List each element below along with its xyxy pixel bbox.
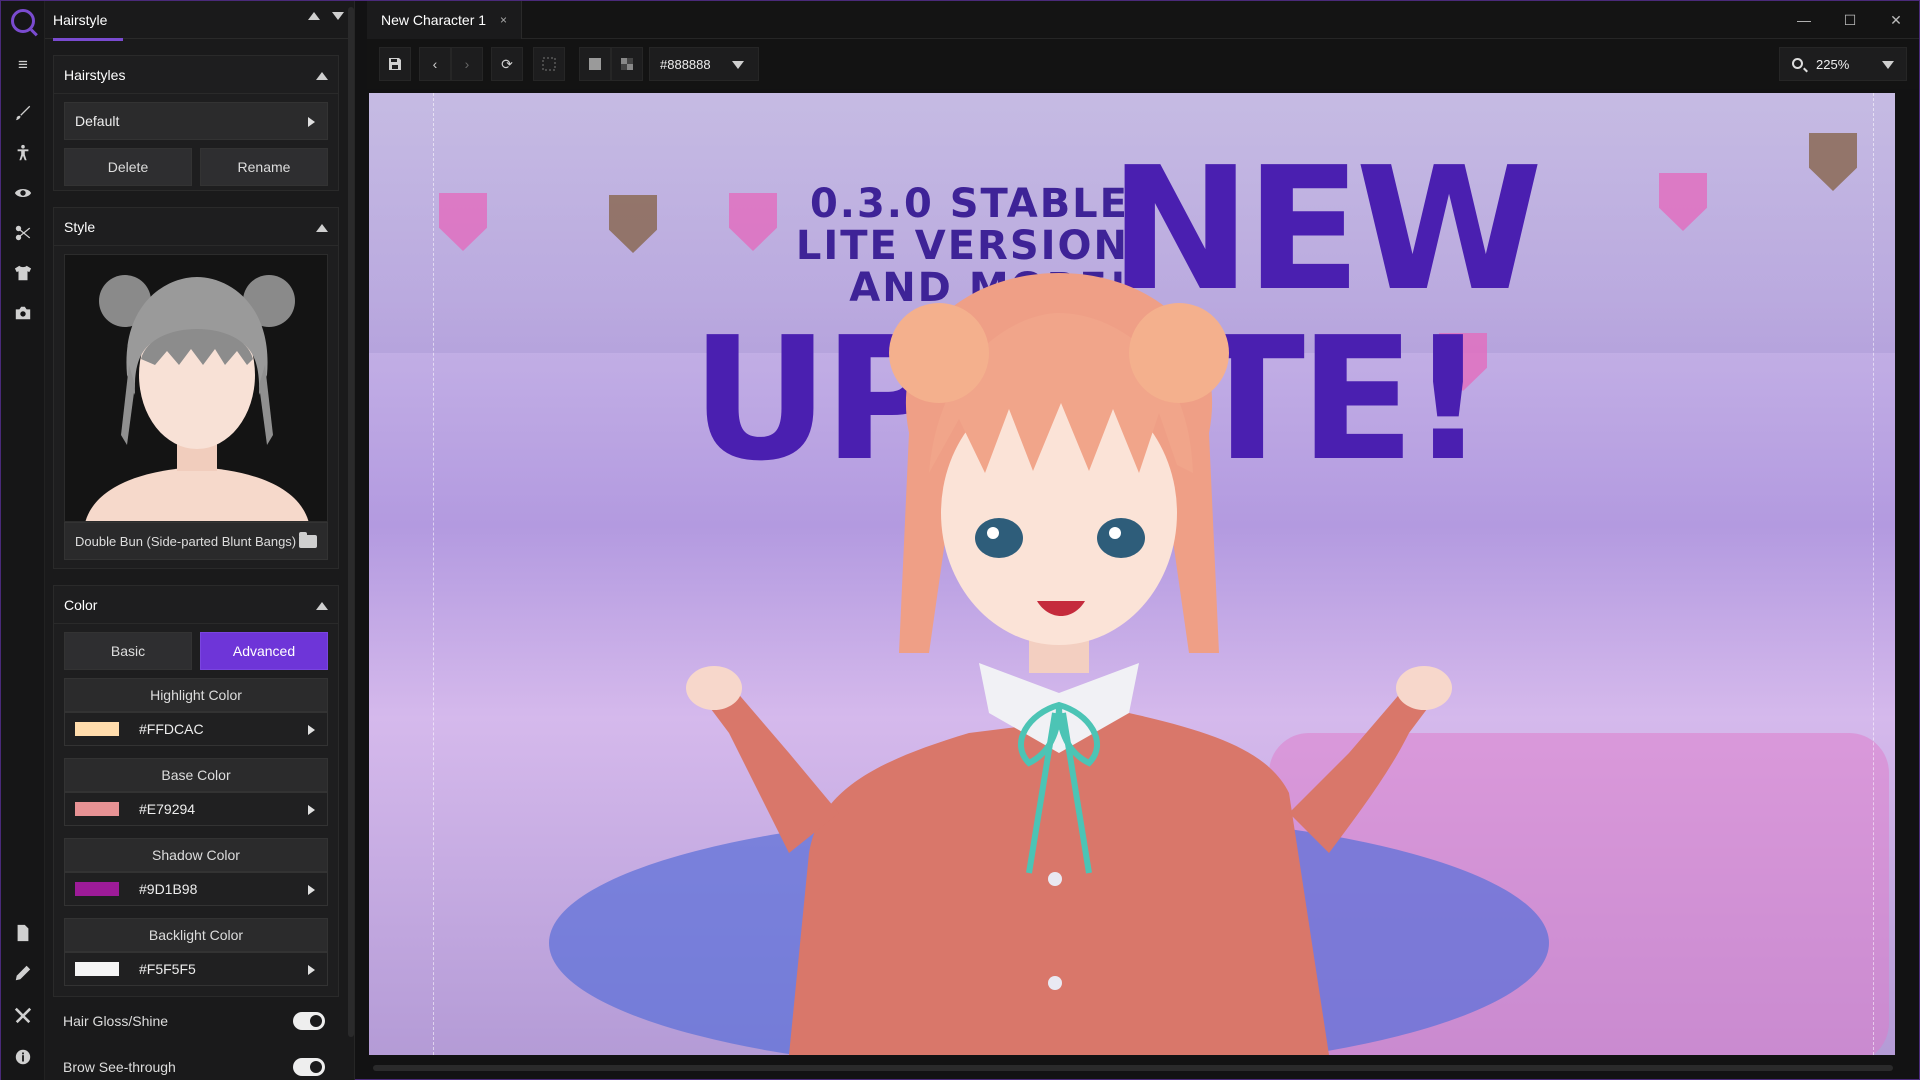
pencil-icon[interactable] <box>1 953 45 993</box>
shirt-icon[interactable] <box>1 253 45 293</box>
base-color-label: Base Color <box>64 758 328 792</box>
body-icon[interactable] <box>1 133 45 173</box>
camera-icon[interactable] <box>1 293 45 333</box>
close-window-icon[interactable]: ✕ <box>1873 1 1919 39</box>
color-swatch <box>75 962 119 976</box>
checker-bg-icon[interactable] <box>611 47 643 81</box>
properties-panel: Hairstyle Hairstyles Default Delete Rena… <box>45 1 355 1080</box>
color-section: Color Basic Advanced Highlight Color #FF… <box>53 585 339 997</box>
document-icon[interactable] <box>1 913 45 953</box>
basic-mode-button[interactable]: Basic <box>64 632 192 670</box>
preset-value: Default <box>75 113 120 129</box>
shadow-color-label: Shadow Color <box>64 838 328 872</box>
section-title: Style <box>64 218 96 235</box>
save-icon[interactable] <box>379 47 411 81</box>
color-swatch <box>75 802 119 816</box>
panel-title: Hairstyle <box>53 11 125 41</box>
section-title: Color <box>64 596 98 613</box>
color-hex: #FFDCAC <box>139 721 204 737</box>
highlight-color-label: Highlight Color <box>64 678 328 712</box>
eye-icon[interactable] <box>1 173 45 213</box>
minimize-icon[interactable]: — <box>1781 1 1827 39</box>
panel-header: Hairstyle <box>45 1 354 41</box>
hairstyle-preset-select[interactable]: Default <box>64 102 328 140</box>
color-header[interactable]: Color <box>54 586 338 624</box>
search-icon <box>1792 58 1803 69</box>
delete-button[interactable]: Delete <box>64 148 192 186</box>
hairstyle-name[interactable]: Double Bun (Side-parted Blunt Bangs) <box>64 522 328 560</box>
move-down-icon[interactable] <box>332 12 344 20</box>
editor-toolbar: ‹ › ⟳ #888888 225% <box>367 39 1919 89</box>
color-hex: #F5F5F5 <box>139 961 196 977</box>
zoom-select[interactable]: 225% <box>1779 47 1907 81</box>
chevron-down-icon <box>1882 61 1894 69</box>
highlight-color-picker[interactable]: #FFDCAC <box>64 712 328 746</box>
expand-arrow-icon <box>308 965 315 975</box>
transparent-bg-icon[interactable] <box>533 47 565 81</box>
redo-icon[interactable]: › <box>451 47 483 81</box>
backlight-color-label: Backlight Color <box>64 918 328 952</box>
collapse-icon[interactable] <box>316 224 328 232</box>
horizontal-scrollbar[interactable] <box>373 1065 1893 1071</box>
maximize-icon[interactable]: ☐ <box>1827 1 1873 39</box>
scissors-icon[interactable] <box>1 213 45 253</box>
solid-bg-icon[interactable] <box>579 47 611 81</box>
background-color-select[interactable]: #888888 <box>649 47 759 81</box>
tab-new-character[interactable]: New Character 1 × <box>367 1 523 39</box>
move-up-icon[interactable] <box>308 12 320 20</box>
close-tab-icon[interactable]: × <box>500 13 507 27</box>
hairstyle-preview-image[interactable] <box>64 254 328 522</box>
undo-icon[interactable]: ‹ <box>419 47 451 81</box>
color-hex: #9D1B98 <box>139 881 198 897</box>
color-hex: #E79294 <box>139 801 196 817</box>
background-color-value: #888888 <box>660 56 711 72</box>
panel-scrollbar[interactable] <box>348 7 354 1037</box>
color-swatch <box>75 722 119 736</box>
section-title: Hairstyles <box>64 66 126 83</box>
refresh-icon[interactable]: ⟳ <box>491 47 523 81</box>
base-color-picker[interactable]: #E79294 <box>64 792 328 826</box>
style-section: Style Double Bun (Side-parted Blunt Bang… <box>53 207 339 569</box>
advanced-mode-button[interactable]: Advanced <box>200 632 328 670</box>
hairstyles-section: Hairstyles Default Delete Rename <box>53 55 339 191</box>
shadow-color-picker[interactable]: #9D1B98 <box>64 872 328 906</box>
hairstyle-name-text: Double Bun (Side-parted Blunt Bangs) <box>75 533 297 549</box>
expand-arrow-icon <box>308 885 315 895</box>
chevron-down-icon <box>732 61 744 69</box>
hair-gloss-toggle[interactable] <box>293 1012 325 1030</box>
menu-icon[interactable]: ≡ <box>1 45 45 85</box>
expand-arrow-icon <box>308 725 315 735</box>
rename-button[interactable]: Rename <box>200 148 328 186</box>
anime-character-model[interactable] <box>369 93 1895 1055</box>
hairstyles-header[interactable]: Hairstyles <box>54 56 338 94</box>
collapse-icon[interactable] <box>316 72 328 80</box>
tools-icon[interactable] <box>1 995 45 1035</box>
hair-gloss-label: Hair Gloss/Shine <box>63 1013 169 1029</box>
tab-title: New Character 1 <box>381 12 487 28</box>
character-viewport[interactable]: 0.3.0 STABLE LITE VERSION AND MORE! NEW … <box>369 93 1895 1055</box>
folder-icon[interactable] <box>299 532 317 548</box>
tab-bar: New Character 1 × — ☐ ✕ <box>367 1 1919 39</box>
app-window: ≡ Hairstyle Hairstyles Default Delete Re… <box>0 0 1920 1080</box>
expand-arrow-icon <box>308 805 315 815</box>
brush-icon[interactable] <box>1 93 45 133</box>
collapse-icon[interactable] <box>316 602 328 610</box>
hair-gloss-row: Hair Gloss/Shine <box>53 1001 339 1041</box>
brow-see-through-toggle[interactable] <box>293 1058 325 1076</box>
expand-arrow-icon <box>308 117 315 127</box>
app-logo-icon <box>11 9 35 33</box>
color-swatch <box>75 882 119 896</box>
backlight-color-picker[interactable]: #F5F5F5 <box>64 952 328 986</box>
brow-see-through-label: Brow See-through <box>63 1059 176 1075</box>
brow-see-through-row: Brow See-through <box>53 1047 339 1080</box>
zoom-value: 225% <box>1816 56 1850 72</box>
side-rail: ≡ <box>1 1 45 1080</box>
info-icon[interactable] <box>1 1037 45 1077</box>
style-header[interactable]: Style <box>54 208 338 246</box>
